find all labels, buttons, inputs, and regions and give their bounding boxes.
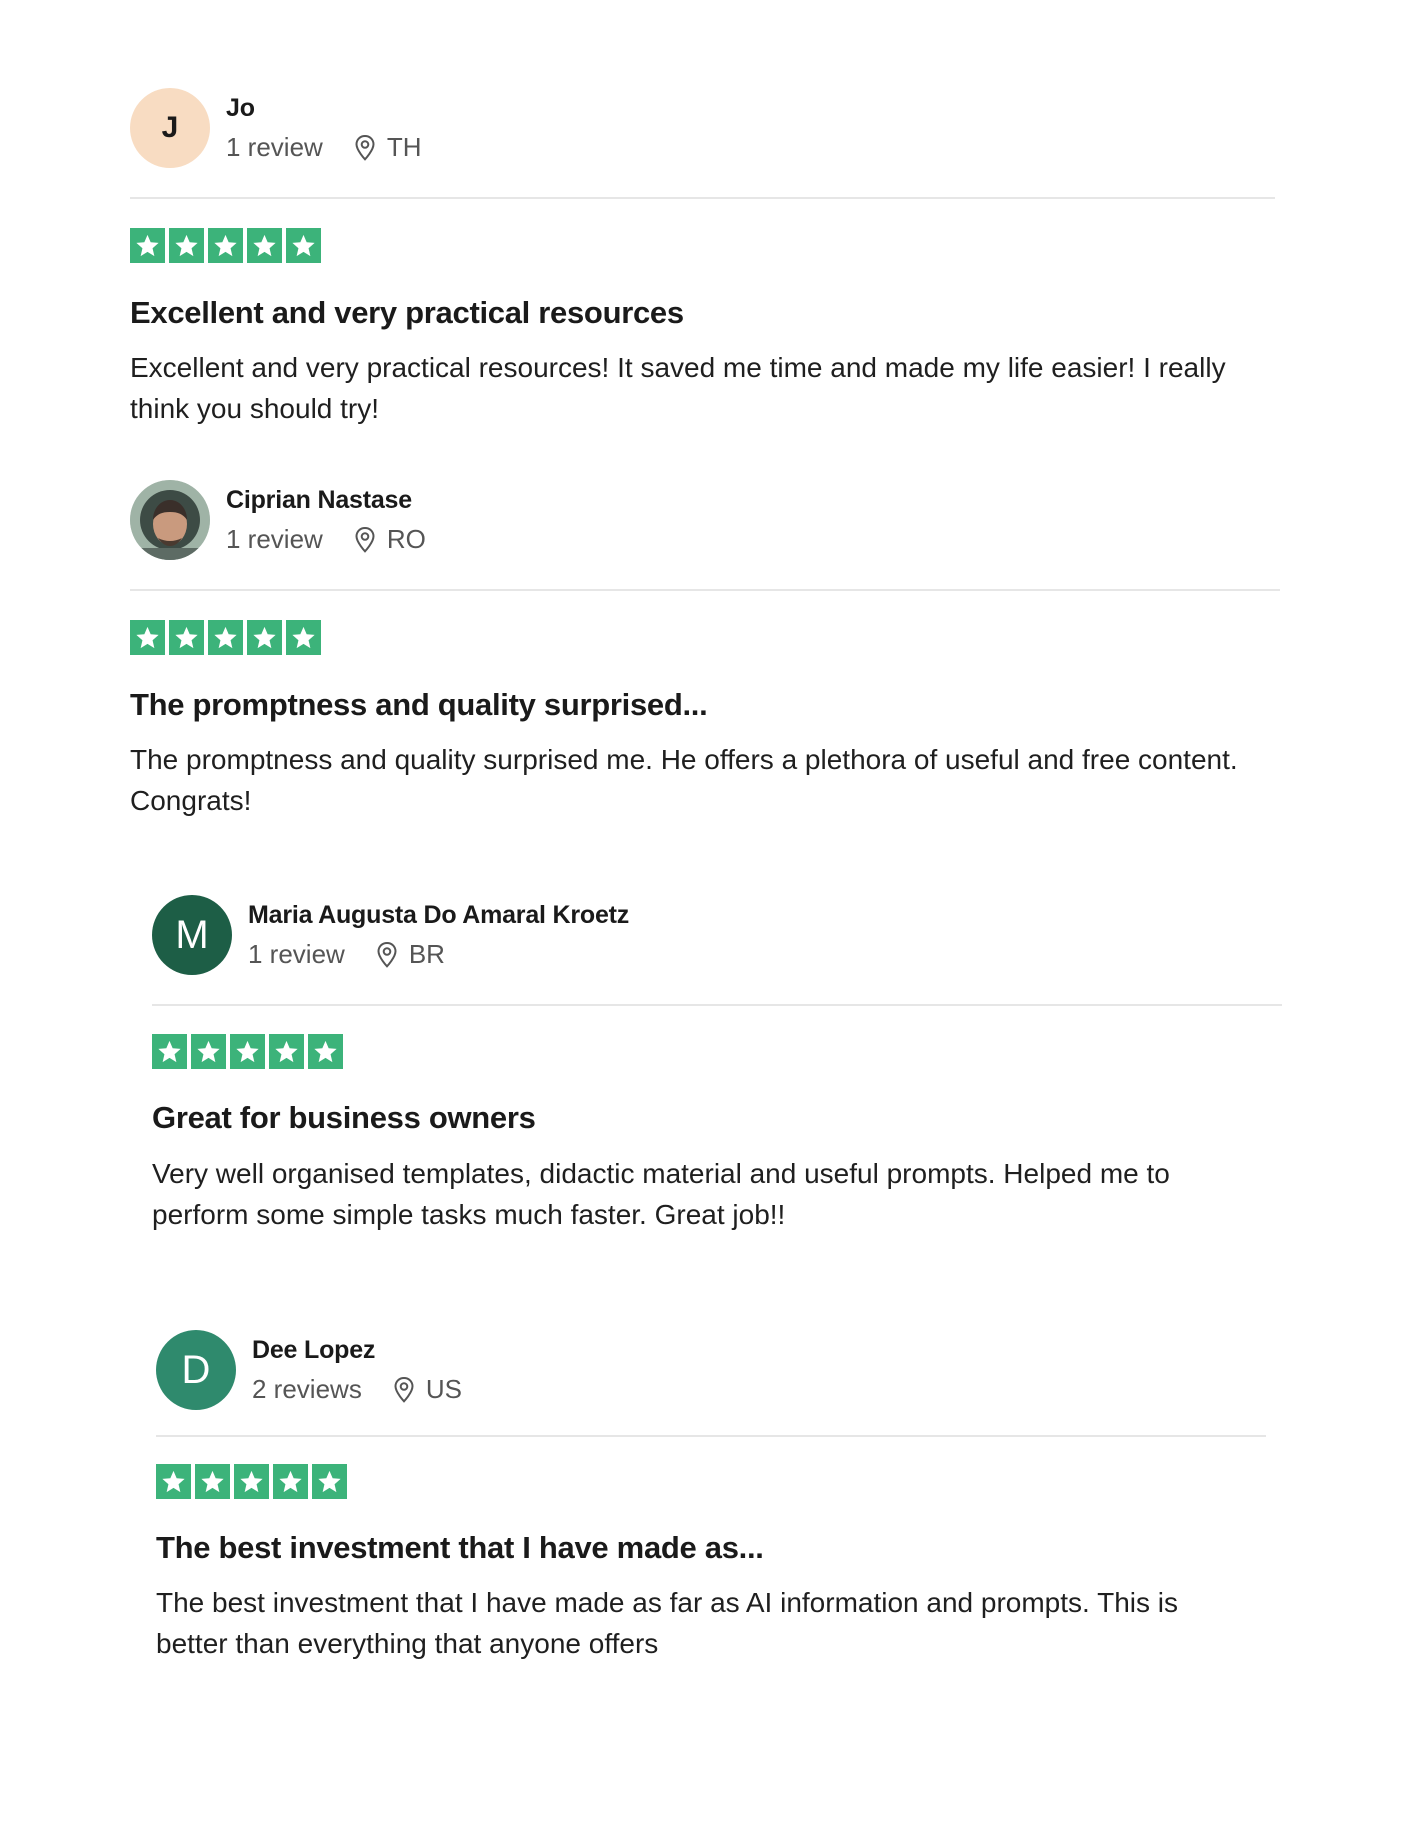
location-code: TH bbox=[386, 132, 422, 162]
avatar[interactable]: D bbox=[156, 1330, 236, 1410]
reviewer-header: Ciprian Nastase 1 review RO bbox=[130, 480, 1280, 570]
divider bbox=[156, 1435, 1266, 1437]
avatar[interactable]: M bbox=[152, 895, 232, 975]
location-code: BR bbox=[408, 939, 445, 969]
reviewer-name[interactable]: Dee Lopez bbox=[252, 1336, 375, 1365]
location-pin-icon bbox=[355, 134, 375, 161]
review-title[interactable]: The best investment that I have made as.… bbox=[156, 1530, 764, 1566]
star-rating bbox=[152, 1034, 343, 1069]
location-code: RO bbox=[386, 524, 426, 554]
review-body: Very well organised templates, didactic … bbox=[152, 1158, 1170, 1230]
reviewer-meta: 1 review TH bbox=[226, 132, 422, 163]
star-icon bbox=[247, 228, 282, 263]
reviewer-meta: 2 reviews US bbox=[252, 1374, 462, 1405]
review-body: The promptness and quality surprised me.… bbox=[130, 744, 1238, 816]
star-icon bbox=[208, 228, 243, 263]
star-icon bbox=[312, 1464, 347, 1499]
reviewer-meta: 1 review RO bbox=[226, 524, 426, 555]
star-icon bbox=[286, 620, 321, 655]
review-card: D Dee Lopez 2 reviews US The best invest… bbox=[156, 1330, 1286, 1659]
star-icon bbox=[308, 1034, 343, 1069]
review-card: M Maria Augusta Do Amaral Kroetz 1 revie… bbox=[152, 895, 1292, 1230]
reviewer-name[interactable]: Ciprian Nastase bbox=[226, 486, 412, 515]
reviewer-header: M Maria Augusta Do Amaral Kroetz 1 revie… bbox=[152, 895, 1292, 985]
avatar-initial: D bbox=[181, 1347, 211, 1392]
star-rating bbox=[130, 228, 321, 263]
star-icon bbox=[152, 1034, 187, 1069]
star-rating bbox=[156, 1464, 347, 1499]
star-icon bbox=[230, 1034, 265, 1069]
review-card: J Jo 1 review TH Excellent and very prac… bbox=[130, 88, 1280, 424]
reviewer-header: J Jo 1 review TH bbox=[130, 88, 1280, 178]
avatar-initial: J bbox=[161, 111, 179, 144]
star-icon bbox=[130, 228, 165, 263]
reviewer-name[interactable]: Jo bbox=[226, 94, 255, 123]
star-icon bbox=[156, 1464, 191, 1499]
review-count: 1 review bbox=[248, 939, 345, 969]
star-icon bbox=[169, 228, 204, 263]
star-icon bbox=[208, 620, 243, 655]
review-title[interactable]: Excellent and very practical resources bbox=[130, 295, 684, 331]
person-photo-icon bbox=[130, 480, 210, 560]
star-icon bbox=[247, 620, 282, 655]
avatar[interactable]: J bbox=[130, 88, 210, 168]
star-icon bbox=[130, 620, 165, 655]
reviewer-name[interactable]: Maria Augusta Do Amaral Kroetz bbox=[248, 901, 629, 930]
reviewer-header: D Dee Lopez 2 reviews US bbox=[156, 1330, 1286, 1420]
location-pin-icon bbox=[355, 526, 375, 553]
review-body: The best investment that I have made as … bbox=[156, 1587, 1178, 1659]
avatar-initial: M bbox=[175, 912, 209, 957]
avatar[interactable] bbox=[130, 480, 210, 560]
review-count: 2 reviews bbox=[252, 1374, 362, 1404]
star-icon bbox=[191, 1034, 226, 1069]
location-pin-icon bbox=[394, 1376, 414, 1403]
reviewer-meta: 1 review BR bbox=[248, 939, 445, 970]
divider bbox=[130, 589, 1280, 591]
review-body: Excellent and very practical resources! … bbox=[130, 352, 1226, 424]
review-title[interactable]: The promptness and quality surprised... bbox=[130, 687, 708, 723]
divider bbox=[130, 197, 1275, 199]
star-icon bbox=[286, 228, 321, 263]
review-title[interactable]: Great for business owners bbox=[152, 1100, 536, 1136]
location-pin-icon bbox=[377, 941, 397, 968]
review-count: 1 review bbox=[226, 524, 323, 554]
star-icon bbox=[273, 1464, 308, 1499]
star-icon bbox=[195, 1464, 230, 1499]
divider bbox=[152, 1004, 1282, 1006]
location-code: US bbox=[425, 1374, 462, 1404]
star-rating bbox=[130, 620, 321, 655]
star-icon bbox=[269, 1034, 304, 1069]
star-icon bbox=[234, 1464, 269, 1499]
review-card: Ciprian Nastase 1 review RO The promptne… bbox=[130, 480, 1280, 816]
review-count: 1 review bbox=[226, 132, 323, 162]
star-icon bbox=[169, 620, 204, 655]
